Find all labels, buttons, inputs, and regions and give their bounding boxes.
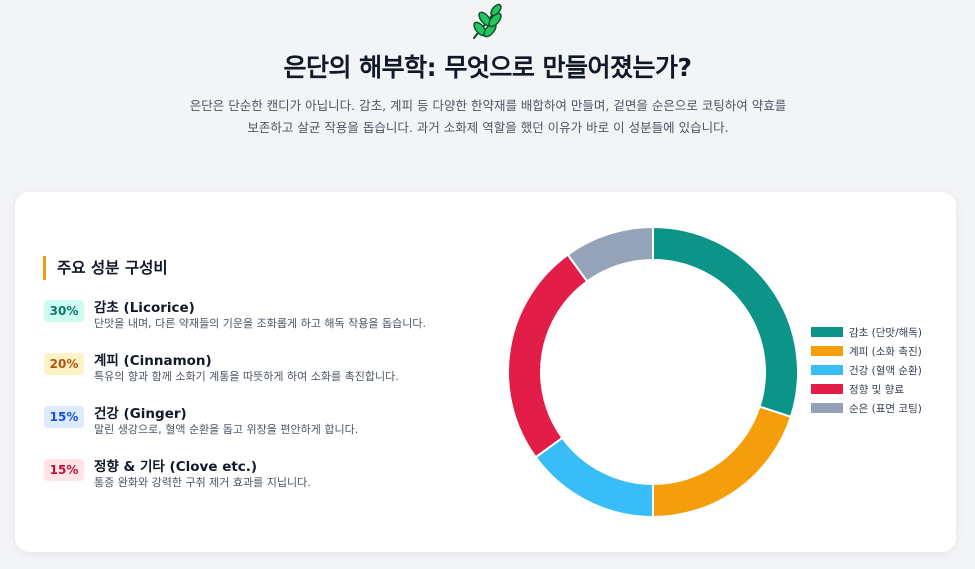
ingredient-desc: 특유의 향과 함께 소화기 계통을 따뜻하게 하여 소화를 촉진합니다.	[94, 370, 399, 383]
donut-slice[interactable]	[652, 225, 799, 419]
donut-slice[interactable]	[652, 405, 793, 519]
ingredient-clove: 15% 정향 & 기타 (Clove etc.) 통증 완화와 강력한 구취 제…	[44, 455, 484, 495]
donut-slice[interactable]	[507, 253, 589, 459]
legend-label[interactable]: 계피 (소화 촉진)	[849, 346, 922, 358]
donut-slice[interactable]	[534, 436, 654, 519]
legend-swatch[interactable]	[811, 346, 843, 356]
ingredient-name: 건강 (Ginger)	[94, 406, 187, 422]
section-heading: 주요 성분 구성비	[43, 256, 168, 280]
legend-label[interactable]: 건강 (혈액 순환)	[849, 364, 922, 377]
ingredient-name: 정향 & 기타 (Clove etc.)	[94, 459, 258, 475]
legend-swatch[interactable]	[811, 365, 843, 375]
percent-badge: 30%	[44, 300, 84, 322]
ingredient-name: 계피 (Cinnamon)	[94, 353, 212, 369]
legend-swatch[interactable]	[811, 384, 843, 394]
leaf-sprig-icon	[472, 3, 502, 40]
legend-label[interactable]: 순은 (표면 코팅)	[849, 403, 922, 415]
page-intro: 은단은 단순한 캔디가 아닙니다. 감초, 계피 등 다양한 한약재를 배합하여…	[189, 98, 787, 135]
legend-swatch[interactable]	[811, 327, 843, 337]
composition-donut-chart: 감초 (단맛/해독) 계피 (소화 촉진) 건강 (혈액 순환) 정향 및 향료순은 …	[507, 225, 922, 519]
legend-label[interactable]: 정향 및 향료	[849, 384, 904, 396]
ingredient-ginger: 15% 건강 (Ginger) 말린 생강으로, 혈액 순환을 돕고 위장을 편…	[44, 402, 484, 442]
percent-badge: 20%	[44, 353, 84, 375]
ingredient-cinnamon: 20% 계피 (Cinnamon) 특유의 향과 함께 소화기 계통을 따뜻하게…	[44, 349, 484, 389]
ingredient-desc: 단맛을 내며, 다른 약재들의 기운을 조화롭게 하고 해독 작용을 돕습니다.	[94, 317, 426, 330]
ingredient-name: 감초 (Licorice)	[94, 300, 195, 316]
legend-swatch[interactable]	[811, 403, 843, 413]
donut-slice[interactable]	[566, 225, 654, 283]
percent-badge: 15%	[44, 459, 84, 481]
ingredient-desc: 통증 완화와 강력한 구취 제거 효과를 지닙니다.	[94, 476, 311, 489]
ingredient-desc: 말린 생강으로, 혈액 순환을 돕고 위장을 편안하게 합니다.	[94, 423, 359, 436]
ingredient-licorice: 30% 감초 (Licorice) 단맛을 내며, 다른 약재들의 기운을 조화…	[44, 296, 484, 336]
page-title: 은단의 해부학: 무엇으로 만들어졌는가?	[283, 53, 692, 82]
percent-badge: 15%	[44, 406, 84, 428]
legend-label[interactable]: 감초 (단맛/해독)	[849, 326, 922, 339]
